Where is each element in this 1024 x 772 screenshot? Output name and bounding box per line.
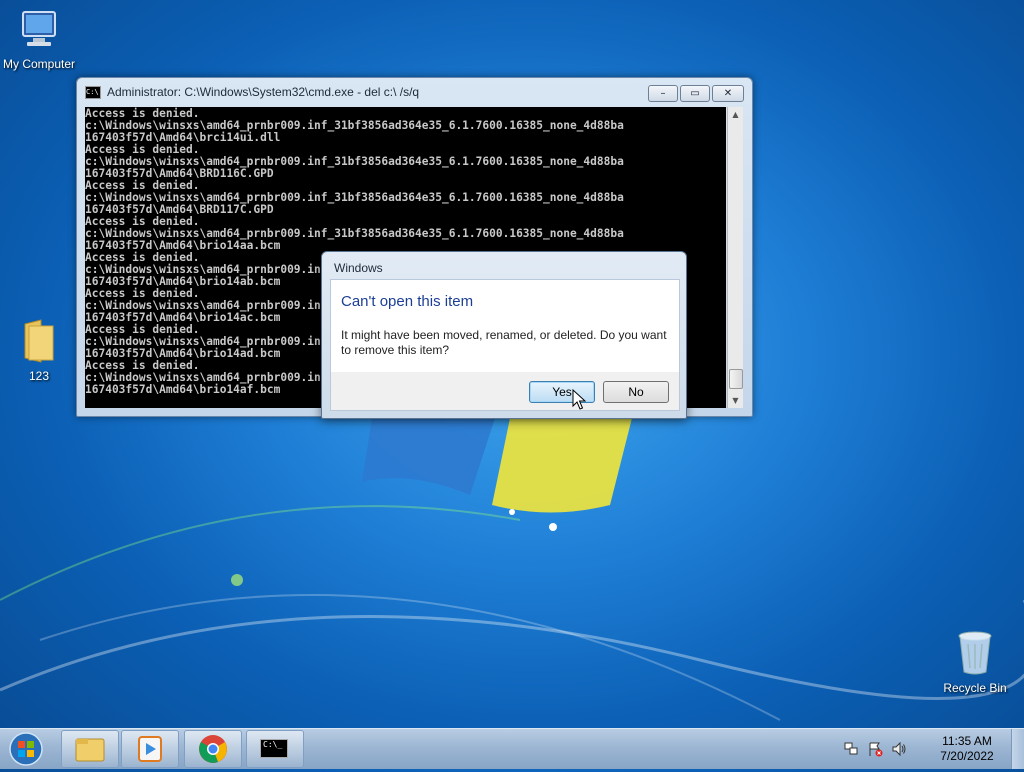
cmd-title-text: Administrator: C:\Windows\System32\cmd.e… bbox=[107, 85, 420, 99]
mouse-cursor-icon bbox=[572, 389, 586, 410]
scroll-down-arrow-icon[interactable]: ▼ bbox=[728, 393, 743, 408]
chrome-icon bbox=[199, 735, 227, 763]
folder-icon bbox=[24, 319, 54, 363]
taskbar: C:\_ 11:35 AM 7/20/2022 bbox=[0, 728, 1024, 769]
tray-icons bbox=[843, 741, 907, 757]
cmd-icon: C:\ bbox=[85, 85, 101, 99]
volume-icon[interactable] bbox=[891, 741, 907, 757]
no-button[interactable]: No bbox=[603, 381, 669, 403]
scroll-up-arrow-icon[interactable]: ▲ bbox=[728, 107, 743, 122]
desktop-icon-label: 123 bbox=[28, 369, 50, 383]
start-button[interactable] bbox=[6, 730, 46, 768]
media-player-icon bbox=[138, 736, 162, 762]
taskbar-chrome-button[interactable] bbox=[184, 730, 242, 768]
folder-explorer-icon bbox=[75, 738, 105, 762]
window-controls: – ▭ ✕ bbox=[648, 85, 744, 102]
dialog-content: Can't open this item It might have been … bbox=[330, 279, 680, 373]
dialog-message: It might have been moved, renamed, or de… bbox=[341, 328, 667, 357]
minimize-button[interactable]: – bbox=[648, 85, 678, 102]
clock-time: 11:35 AM bbox=[942, 734, 992, 748]
desktop-icon-my-computer[interactable]: My Computer bbox=[0, 8, 78, 71]
computer-icon bbox=[22, 11, 56, 46]
show-desktop-button[interactable] bbox=[1011, 729, 1024, 769]
dialog-title: Windows bbox=[334, 261, 383, 275]
desktop-icon-recycle-bin[interactable]: Recycle Bin bbox=[940, 630, 1010, 695]
network-icon[interactable] bbox=[843, 741, 859, 757]
taskbar-cmd-button[interactable]: C:\_ bbox=[246, 730, 304, 768]
clock-date: 7/20/2022 bbox=[940, 749, 994, 763]
close-button[interactable]: ✕ bbox=[712, 85, 744, 102]
dialog-button-bar: Yes No bbox=[330, 372, 680, 411]
taskbar-media-player-button[interactable] bbox=[121, 730, 179, 768]
taskbar-clock[interactable]: 11:35 AM 7/20/2022 bbox=[923, 734, 1011, 764]
desktop-icon-folder-123[interactable]: 123 bbox=[12, 318, 66, 383]
scroll-thumb[interactable] bbox=[729, 369, 743, 389]
system-tray: 11:35 AM 7/20/2022 bbox=[843, 729, 1024, 769]
dialog-heading: Can't open this item bbox=[341, 293, 474, 310]
cmd-taskbar-icon: C:\_ bbox=[260, 739, 288, 758]
cant-open-dialog[interactable]: Windows Can't open this item It might ha… bbox=[321, 251, 687, 419]
recycle-bin-icon bbox=[958, 631, 992, 675]
desktop-icon-label: Recycle Bin bbox=[943, 681, 1007, 695]
action-center-flag-icon[interactable] bbox=[867, 741, 883, 757]
taskbar-explorer-button[interactable] bbox=[61, 730, 119, 768]
maximize-button[interactable]: ▭ bbox=[680, 85, 710, 102]
cmd-title-bar[interactable]: C:\ Administrator: C:\Windows\System32\c… bbox=[85, 85, 419, 99]
desktop-icon-label: My Computer bbox=[2, 57, 76, 71]
console-scrollbar[interactable]: ▲ ▼ bbox=[727, 107, 743, 408]
windows-orb-icon bbox=[9, 732, 43, 766]
